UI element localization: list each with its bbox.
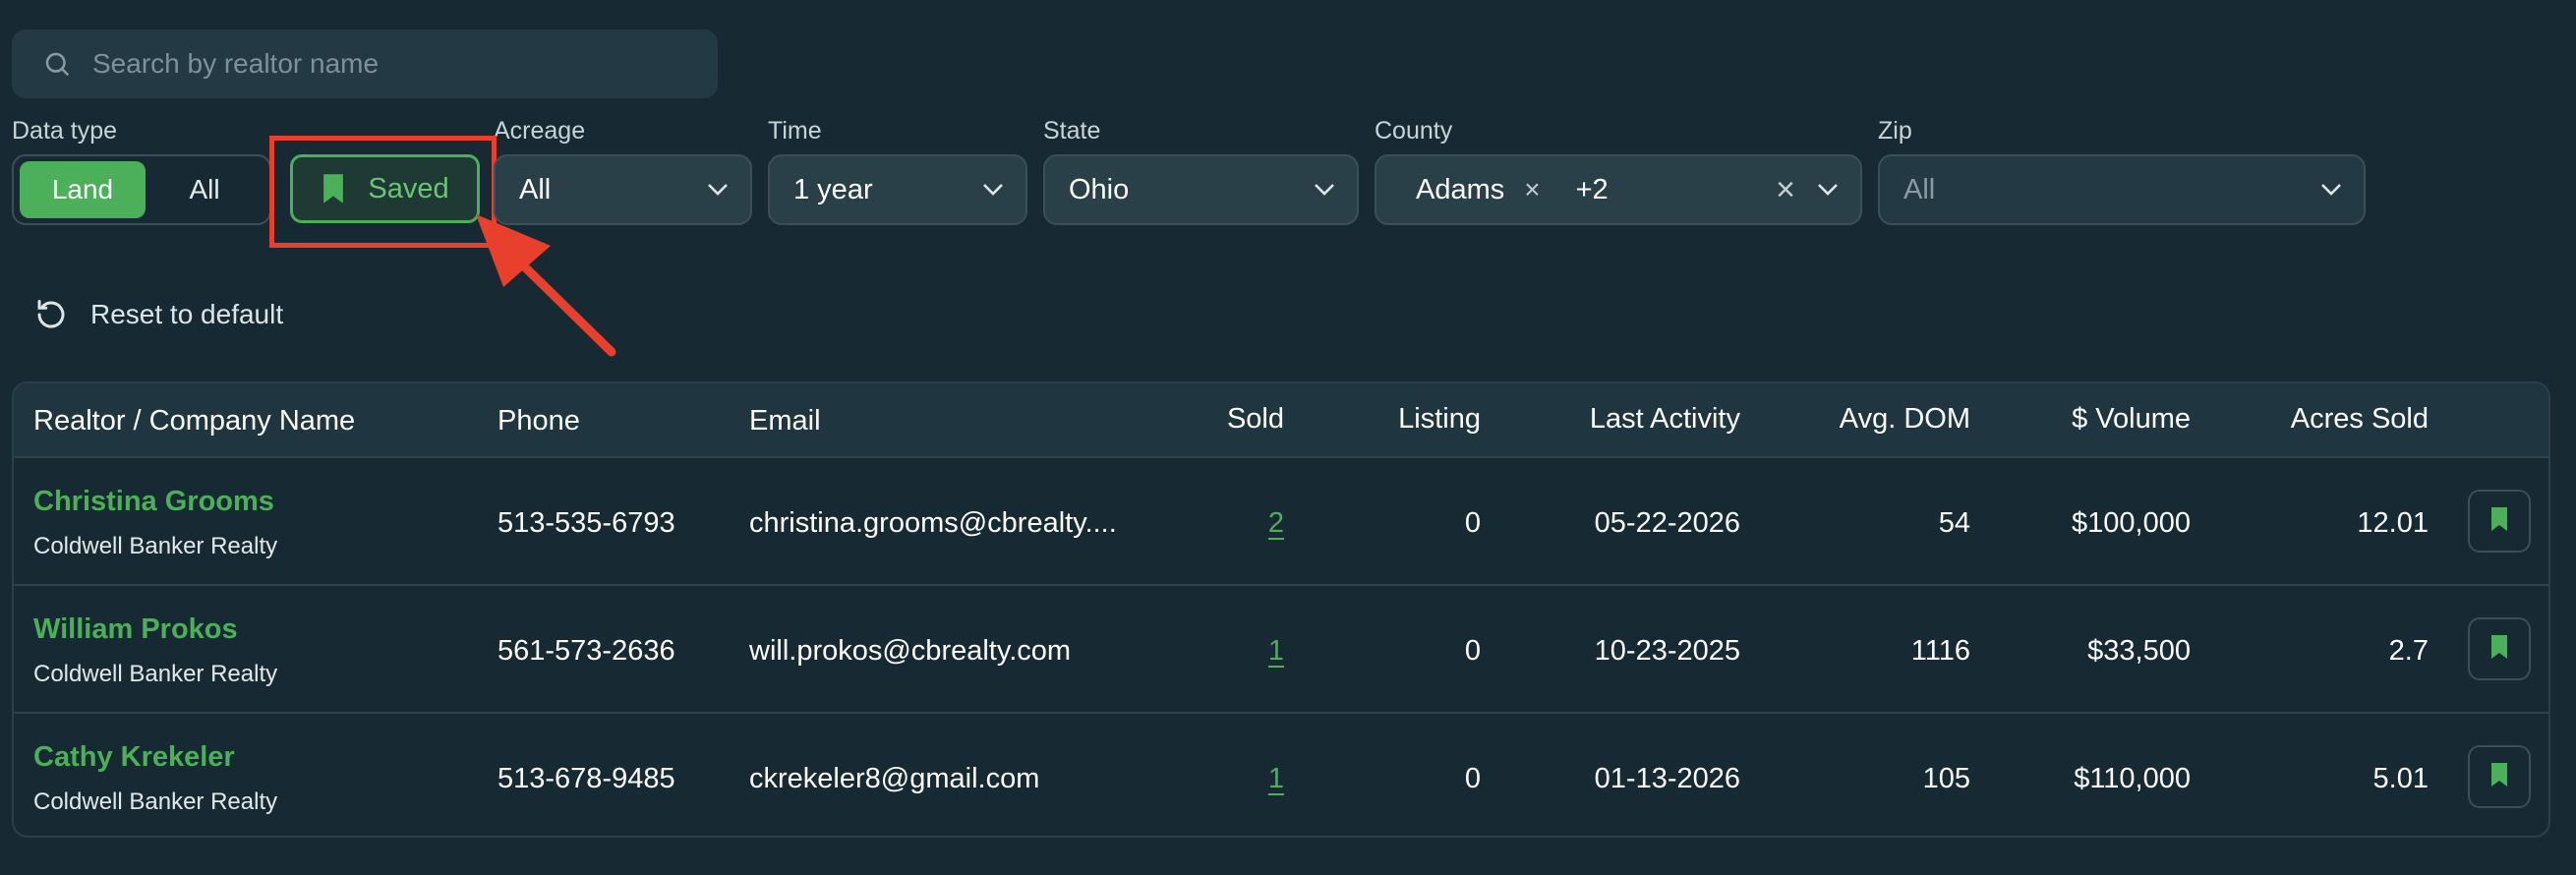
realtor-name-link[interactable]: Christina Grooms xyxy=(33,486,274,518)
listing-count: 0 xyxy=(1464,635,1481,667)
data-type-all-button[interactable]: All xyxy=(146,161,263,218)
zip-placeholder: All xyxy=(1903,173,1936,205)
chevron-down-icon xyxy=(1817,183,1839,197)
company-name: Coldwell Banker Realty xyxy=(33,661,278,687)
county-chip: Adams xyxy=(1416,173,1505,205)
bookmark-button[interactable] xyxy=(2468,617,2531,680)
sold-count-link[interactable]: 1 xyxy=(1268,763,1284,795)
chevron-down-icon xyxy=(1314,183,1335,197)
listing-count: 0 xyxy=(1464,763,1481,794)
data-type-land-button[interactable]: Land xyxy=(20,161,146,218)
last-activity: 01-13-2026 xyxy=(1594,763,1740,794)
header-name[interactable]: Realtor / Company Name xyxy=(33,405,355,438)
email: will.prokos@cbrealty.com xyxy=(749,635,1072,667)
sold-count-link[interactable]: 2 xyxy=(1268,507,1284,540)
table-row: Christina Grooms Coldwell Banker Realty … xyxy=(14,456,2548,584)
volume: $100,000 xyxy=(2072,507,2191,539)
zip-label: Zip xyxy=(1878,117,1912,145)
bookmark-icon xyxy=(2489,762,2509,792)
bookmark-button[interactable] xyxy=(2468,490,2531,553)
email: christina.grooms@cbrealty.... xyxy=(749,507,1117,539)
close-icon[interactable]: × xyxy=(1524,174,1540,205)
email: ckrekeler8@gmail.com xyxy=(749,763,1040,794)
header-sold[interactable]: Sold xyxy=(1227,403,1284,436)
phone: 513-535-6793 xyxy=(498,507,675,539)
header-avg-dom[interactable]: Avg. DOM xyxy=(1840,403,1970,436)
bookmark-button[interactable] xyxy=(2468,745,2531,808)
table-row: William Prokos Coldwell Banker Realty 56… xyxy=(14,584,2548,712)
sold-count-link[interactable]: 1 xyxy=(1268,635,1284,668)
zip-dropdown[interactable]: All xyxy=(1878,154,2366,225)
header-listing[interactable]: Listing xyxy=(1398,403,1481,436)
chevron-down-icon xyxy=(982,183,1004,197)
reset-icon xyxy=(33,297,69,332)
listing-count: 0 xyxy=(1464,507,1481,539)
avg-dom: 54 xyxy=(1938,507,1970,539)
last-activity: 05-22-2026 xyxy=(1594,507,1740,539)
bookmark-icon xyxy=(2489,634,2509,665)
search-bar[interactable] xyxy=(12,29,718,98)
acreage-value: All xyxy=(519,173,552,205)
table-header: Realtor / Company Name Phone Email Sold … xyxy=(14,383,2548,456)
bookmark-icon xyxy=(2489,506,2509,537)
chevron-down-icon xyxy=(2320,183,2342,197)
chevron-down-icon xyxy=(707,183,729,197)
time-dropdown[interactable]: 1 year xyxy=(768,154,1027,225)
volume: $33,500 xyxy=(2087,635,2191,667)
avg-dom: 105 xyxy=(1922,763,1970,794)
county-label: County xyxy=(1375,117,1453,145)
county-chips: Adams × +2 xyxy=(1416,174,1609,206)
data-type-toggle: Land All xyxy=(12,154,271,225)
clear-icon[interactable]: × xyxy=(1776,171,1795,209)
header-phone[interactable]: Phone xyxy=(498,405,580,438)
reset-to-default-button[interactable]: Reset to default xyxy=(33,295,283,334)
phone: 513-678-9485 xyxy=(498,763,675,794)
time-value: 1 year xyxy=(793,173,873,205)
header-acres-sold[interactable]: Acres Sold xyxy=(2291,403,2429,436)
company-name: Coldwell Banker Realty xyxy=(33,533,278,559)
header-volume[interactable]: $ Volume xyxy=(2072,403,2191,436)
realtor-name-link[interactable]: William Prokos xyxy=(33,613,238,646)
county-more-count: +2 xyxy=(1575,173,1609,205)
last-activity: 10-23-2025 xyxy=(1594,635,1740,667)
header-last-activity[interactable]: Last Activity xyxy=(1590,403,1740,436)
table-row: Cathy Krekeler Coldwell Banker Realty 51… xyxy=(14,712,2548,836)
search-icon xyxy=(39,46,75,82)
acres-sold: 2.7 xyxy=(2388,635,2429,667)
phone: 561-573-2636 xyxy=(498,635,675,667)
header-email[interactable]: Email xyxy=(749,405,821,438)
acres-sold: 12.01 xyxy=(2357,507,2429,539)
reset-label: Reset to default xyxy=(90,299,284,329)
realtor-table: Realtor / Company Name Phone Email Sold … xyxy=(12,381,2550,838)
acreage-dropdown[interactable]: All xyxy=(494,154,752,225)
state-value: Ohio xyxy=(1069,173,1130,205)
acreage-label: Acreage xyxy=(494,117,586,145)
time-label: Time xyxy=(768,117,822,145)
avg-dom: 1116 xyxy=(1910,635,1970,667)
search-input[interactable] xyxy=(92,48,682,80)
acres-sold: 5.01 xyxy=(2372,763,2429,794)
data-type-label: Data type xyxy=(12,117,118,145)
state-label: State xyxy=(1043,117,1101,145)
county-dropdown[interactable]: Adams × +2 × xyxy=(1375,154,1862,225)
company-name: Coldwell Banker Realty xyxy=(33,788,278,815)
volume: $110,000 xyxy=(2074,763,2191,794)
realtor-name-link[interactable]: Cathy Krekeler xyxy=(33,741,235,774)
state-dropdown[interactable]: Ohio xyxy=(1043,154,1359,225)
